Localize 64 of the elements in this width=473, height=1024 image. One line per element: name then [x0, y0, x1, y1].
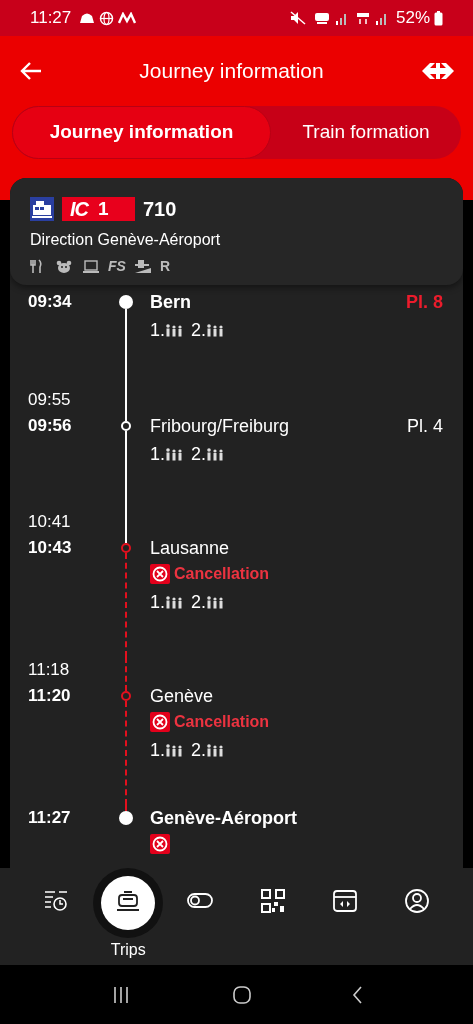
battery-icon [434, 10, 443, 26]
class-label: 2. [191, 442, 207, 466]
train-number: 710 [143, 197, 177, 222]
amenity-label: FS [108, 257, 126, 276]
cancellation-icon [150, 712, 170, 732]
page-title: Journey information [139, 58, 324, 85]
arrival-time: 09:56 [28, 415, 73, 437]
account-icon [403, 888, 430, 914]
double-arrow-logo-icon [421, 61, 455, 81]
planned-time: 10:41 [28, 511, 72, 533]
occupancy-icon [206, 323, 225, 337]
occupancy-icon [206, 743, 225, 757]
nav-item[interactable]: Trips [92, 868, 165, 965]
class-label: 2. [191, 318, 207, 342]
train-icon [30, 197, 54, 221]
occupancy-icon [206, 447, 225, 461]
shop-icon [331, 888, 358, 914]
ramp-icon [133, 259, 152, 274]
tab[interactable]: Journey information [12, 106, 271, 159]
class-label: 2. [191, 738, 207, 762]
amenity-label: R [159, 257, 170, 276]
station-name: Genève [150, 685, 214, 708]
platform-label: Pl. 4 [406, 415, 443, 438]
occupancy-icon [165, 447, 183, 461]
clock-time: 11:27 [30, 7, 72, 30]
class-label: 1. [150, 442, 165, 466]
cloud-icon [79, 12, 96, 24]
class-label: 1. [150, 738, 165, 762]
mute-icon [289, 11, 306, 25]
signal-icon [333, 11, 348, 25]
cancellation-notice: Cancellation [174, 712, 270, 732]
station-name: Fribourg/Freiburg [150, 415, 290, 438]
station-name: Lausanne [150, 537, 230, 560]
cancellation-notice: Cancellation [174, 564, 270, 584]
planned-time: 09:55 [28, 389, 72, 411]
arrival-time: 09:34 [28, 291, 73, 313]
globe-icon [99, 10, 115, 26]
planned-time: 11:18 [28, 659, 71, 681]
battery-level: 52% [395, 7, 430, 30]
occupancy-icon [165, 743, 183, 757]
train-line-badge: IC 1 [62, 197, 135, 221]
signal-icon [373, 11, 388, 25]
train-direction: Direction Genève-Aéroport [30, 230, 222, 250]
laptop-icon [82, 259, 100, 274]
occupancy-icon [165, 595, 183, 609]
arrival-time: 11:20 [28, 685, 72, 707]
occupancy-icon [206, 595, 225, 609]
class-label: 1. [150, 318, 165, 342]
qr-code-icon [259, 888, 286, 914]
cancellation-icon [150, 564, 170, 584]
arrival-time: 11:27 [28, 807, 72, 829]
class-label: 2. [191, 590, 207, 614]
station-name: Bern [150, 291, 191, 314]
timetable-icon [43, 888, 70, 914]
arrival-time: 10:43 [28, 537, 73, 559]
home-button[interactable] [231, 983, 253, 1006]
bear-icon [56, 259, 74, 274]
occupancy-icon [165, 323, 183, 337]
station-name: Genève-Aéroport [150, 807, 298, 830]
class-label: 1. [150, 590, 165, 614]
platform-label: Pl. 8 [405, 291, 443, 314]
tab[interactable]: Train formation [271, 106, 461, 159]
m-logo-icon [118, 12, 137, 24]
back-button[interactable] [20, 61, 42, 81]
